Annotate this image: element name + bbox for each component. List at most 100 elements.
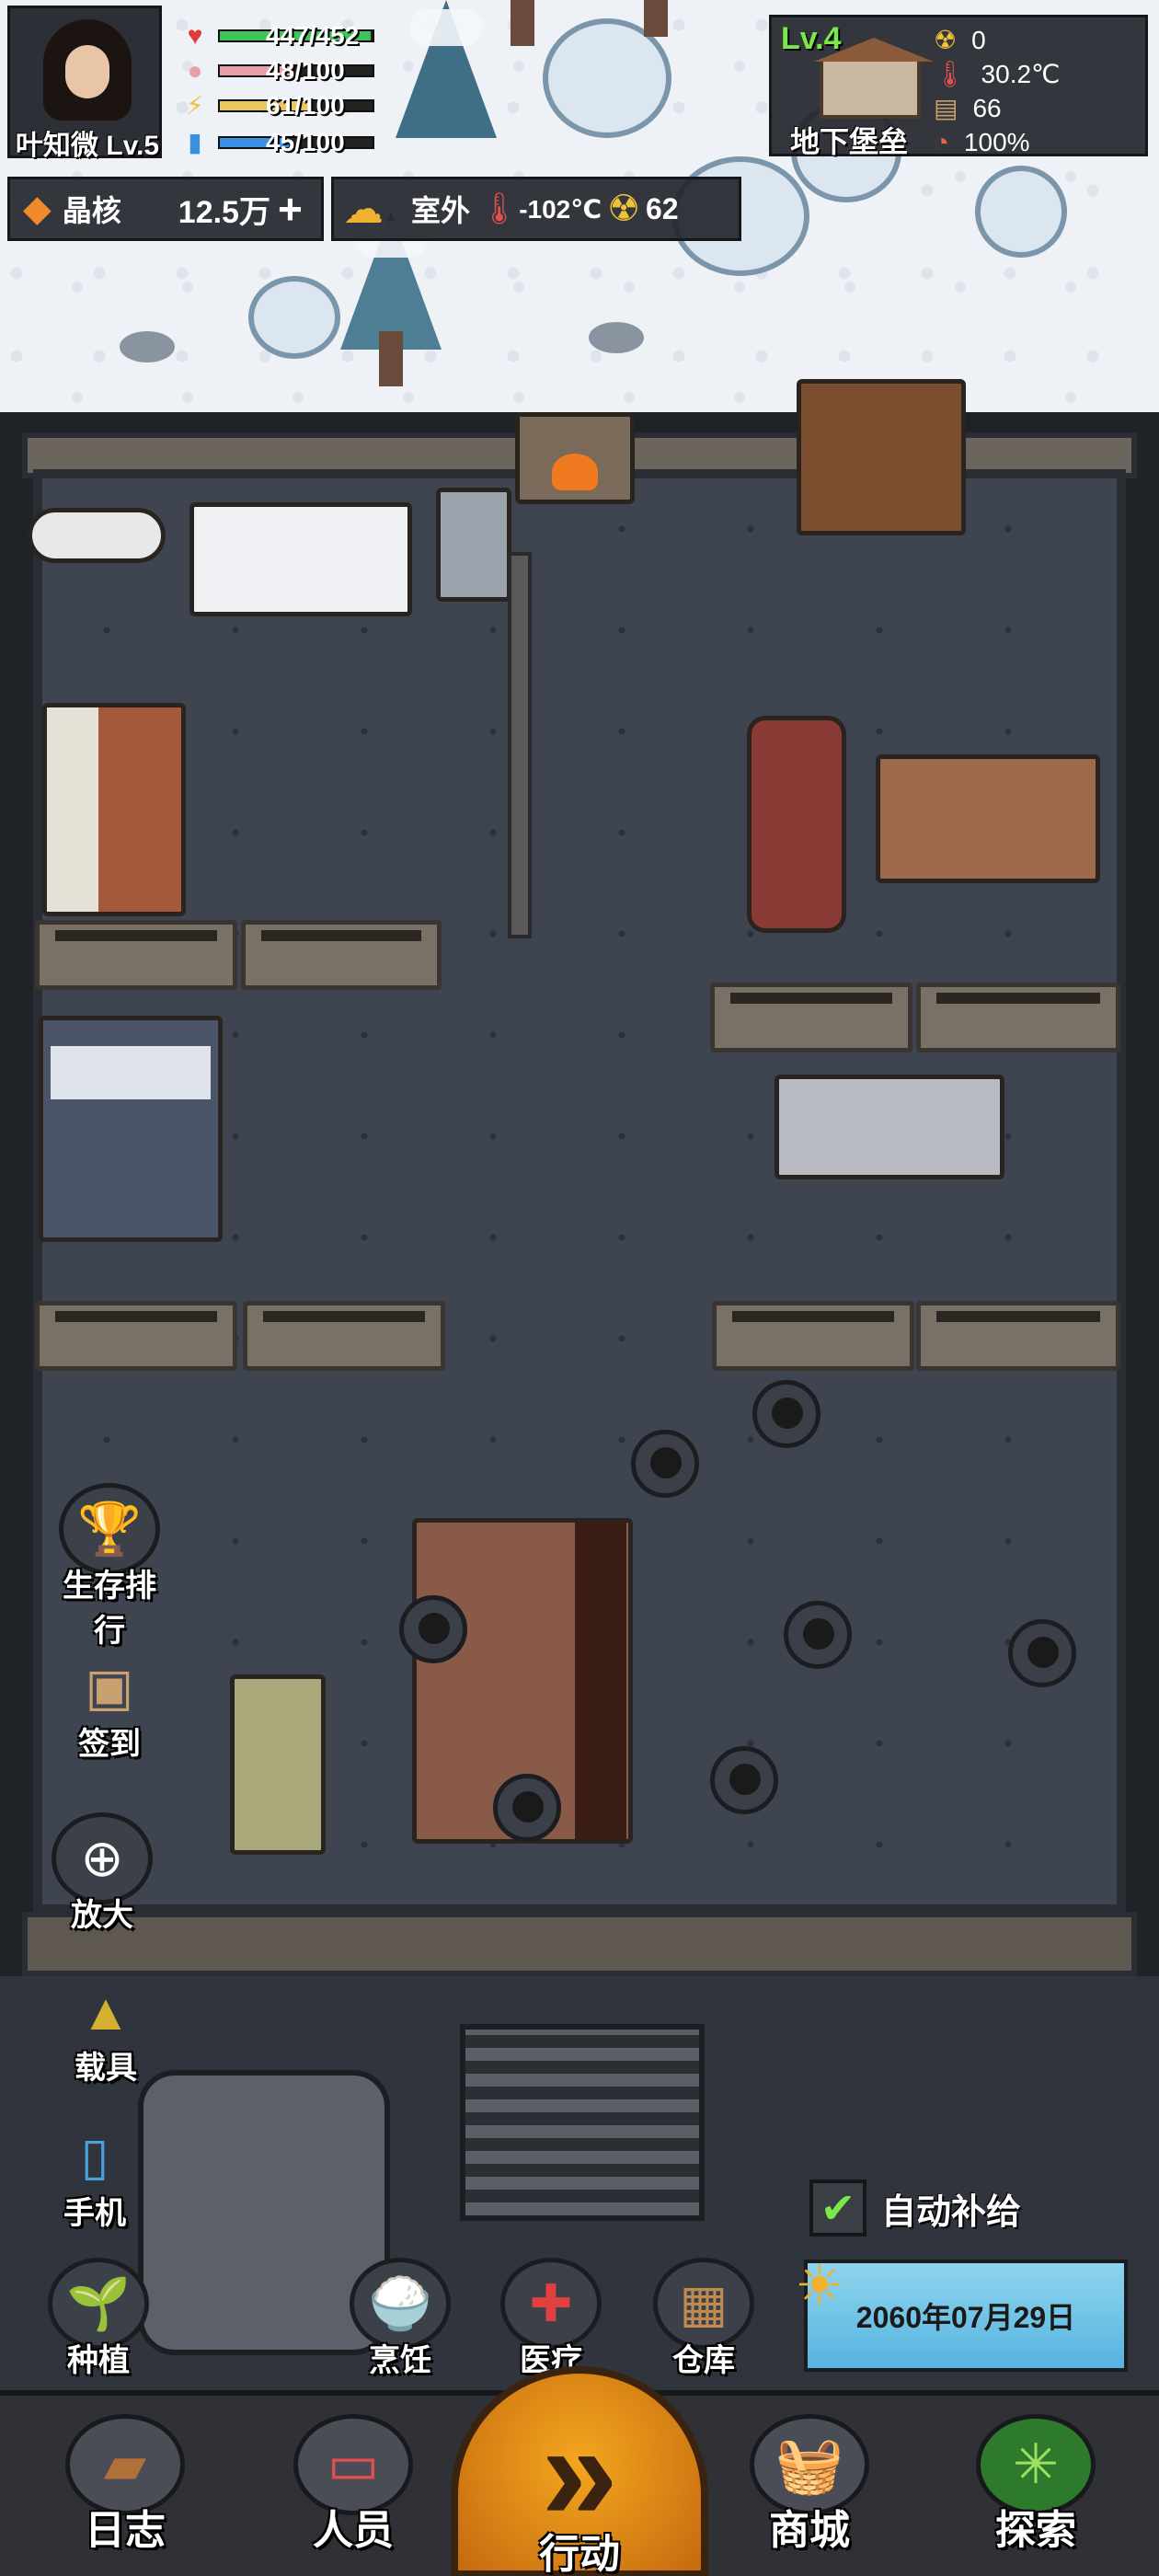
radiation-icon: ☢ xyxy=(607,189,640,229)
treadmill[interactable] xyxy=(775,1075,1004,1179)
vehicle-button[interactable]: ▲ 载具 xyxy=(46,1965,166,2087)
fireplace[interactable] xyxy=(515,412,635,504)
planting-button[interactable]: 🌱 种植 xyxy=(39,2258,158,2380)
base-supplies: 66 xyxy=(972,94,1002,122)
nav-shop[interactable]: 🧺 商城 xyxy=(717,2396,901,2576)
partition-wall xyxy=(916,1301,1120,1371)
bottom-nav: ▰ 日志 ▭ 人员 » 行动 🧺 商城 ✳ 探索 xyxy=(0,2366,1159,2576)
rock xyxy=(120,331,175,362)
auto-supply-checkbox[interactable]: ✔ xyxy=(809,2179,866,2237)
survivor[interactable] xyxy=(752,1380,820,1448)
add-crystal-button[interactable]: + xyxy=(278,184,303,234)
water-heater[interactable] xyxy=(436,488,511,602)
outdoor-temp: -102℃ xyxy=(519,194,602,224)
checkin-button[interactable]: ▣ 签到 xyxy=(50,1641,169,1764)
water-value: 45/100 xyxy=(266,128,345,156)
dining-table[interactable] xyxy=(876,754,1100,883)
lightning-icon: ⚡ xyxy=(186,91,204,120)
hp-stat: ♥ 447/452 xyxy=(179,21,374,50)
wooden-cabinet[interactable] xyxy=(797,379,966,535)
vehicle-label: 载具 xyxy=(75,2051,137,2086)
nav-shop-label: 商城 xyxy=(769,2508,850,2553)
nav-action[interactable]: » 行动 xyxy=(442,2366,717,2576)
staircase xyxy=(460,2024,705,2221)
phone-label: 手机 xyxy=(63,2196,126,2231)
zoom-button[interactable]: ⊕ 放大 xyxy=(42,1812,162,1935)
nav-staff[interactable]: ▭ 人员 xyxy=(261,2396,445,2576)
water-bottle-icon: ▮ xyxy=(188,128,202,156)
sun-icon: ☀ xyxy=(795,2255,844,2317)
outdoor-panel: ☁ 室外 🌡 -102℃ ☢ 62 xyxy=(331,177,741,241)
thermometer-icon: 🌡 xyxy=(934,60,967,88)
player-portrait[interactable]: 叶知微 Lv.5 xyxy=(7,6,162,161)
toilet[interactable] xyxy=(28,508,166,563)
food-bar: 48/100 xyxy=(218,56,374,85)
nav-log-label: 日志 xyxy=(85,2508,166,2553)
snow-bush xyxy=(975,166,1067,258)
partition-wall xyxy=(916,983,1120,1052)
storage-button[interactable]: ▦ 仓库 xyxy=(644,2258,763,2380)
partition-wall xyxy=(241,920,442,990)
auto-supply-toggle[interactable]: ✔ 自动补给 xyxy=(809,2177,1021,2239)
phone-button[interactable]: ▯ 手机 xyxy=(35,2110,155,2233)
nav-action-label: 行动 xyxy=(539,2532,620,2576)
tree-trunk xyxy=(379,331,403,386)
energy-value: 61/100 xyxy=(266,91,345,120)
avatar xyxy=(43,19,132,121)
bunker-bottom-wall xyxy=(22,1912,1137,1976)
kitchen-counter[interactable] xyxy=(42,703,186,916)
base-integrity: 100% xyxy=(963,128,1030,156)
house-icon xyxy=(814,38,934,119)
partition-wall xyxy=(35,920,237,990)
ranking-label: 生存排行 xyxy=(63,1569,156,1649)
hp-value: 447/452 xyxy=(266,21,360,50)
player-name-level: 叶知微 Lv.5 xyxy=(15,131,160,161)
base-temperature: 30.2℃ xyxy=(981,60,1061,88)
survivor[interactable] xyxy=(493,1774,561,1842)
survivor[interactable] xyxy=(784,1601,852,1669)
integrity-icon: ◔ xyxy=(934,128,949,156)
base-radiation: 0 xyxy=(971,26,986,54)
base-stats: ☢ 0 🌡 30.2℃ ▤ 66 ◔ 100% xyxy=(934,23,1061,159)
nav-log[interactable]: ▰ 日志 xyxy=(33,2396,217,2576)
crystal-panel: ◆ 晶核 12.5万 + xyxy=(7,177,324,241)
coffee-table[interactable] xyxy=(230,1674,326,1855)
bathtub[interactable] xyxy=(189,502,412,616)
supplies-icon: ▤ xyxy=(934,94,958,122)
rock xyxy=(589,322,644,353)
medical-button[interactable]: ✚ 医疗 xyxy=(491,2258,611,2380)
nav-explore[interactable]: ✳ 探索 xyxy=(944,2396,1128,2576)
date-text: 2060年07月29日 xyxy=(855,2301,1076,2334)
massage-chair[interactable] xyxy=(747,716,846,933)
survivor[interactable] xyxy=(710,1746,778,1814)
bed[interactable] xyxy=(39,1016,223,1242)
stomach-icon: ● xyxy=(187,56,203,85)
nav-staff-label: 人员 xyxy=(313,2508,394,2553)
partition-wall xyxy=(712,1301,914,1371)
date-panel: ☀ 2060年07月29日 xyxy=(795,2255,1128,2372)
crystal-label: 晶核 xyxy=(62,194,121,227)
survivor[interactable] xyxy=(399,1595,467,1663)
partition-wall xyxy=(710,983,912,1052)
cooking-button[interactable]: 🍚 烹饪 xyxy=(340,2258,460,2380)
crystal-value: 12.5万 xyxy=(178,194,270,230)
snow-bush xyxy=(248,276,340,359)
water-bar: 45/100 xyxy=(218,128,374,156)
survivor[interactable] xyxy=(1008,1619,1076,1687)
energy-bar: 61/100 xyxy=(218,91,374,120)
nav-explore-label: 探索 xyxy=(995,2508,1076,2553)
survivor[interactable] xyxy=(631,1430,699,1498)
auto-supply-label: 自动补给 xyxy=(881,2192,1022,2232)
outdoor-radiation: 62 xyxy=(646,191,679,225)
base-info-panel[interactable]: Lv.4 地下堡垒 ☢ 0 🌡 30.2℃ ▤ 66 ◔ 100% xyxy=(769,15,1148,159)
snow-tree xyxy=(396,0,497,138)
base-name: 地下堡垒 xyxy=(790,125,909,158)
game-screen: 叶知微 Lv.5 ♥ 447/452 ● 48/100 ⚡ 61/100 ▮ 4… xyxy=(0,0,1159,2576)
ranking-button[interactable]: 🏆 生存排行 xyxy=(50,1483,169,1650)
interior-divider xyxy=(508,552,532,938)
zoom-label: 放大 xyxy=(71,1898,133,1933)
planting-label: 种植 xyxy=(67,2343,130,2378)
energy-stat: ⚡ 61/100 xyxy=(179,91,374,120)
partition-wall xyxy=(243,1301,445,1371)
heart-icon: ♥ xyxy=(187,21,203,50)
